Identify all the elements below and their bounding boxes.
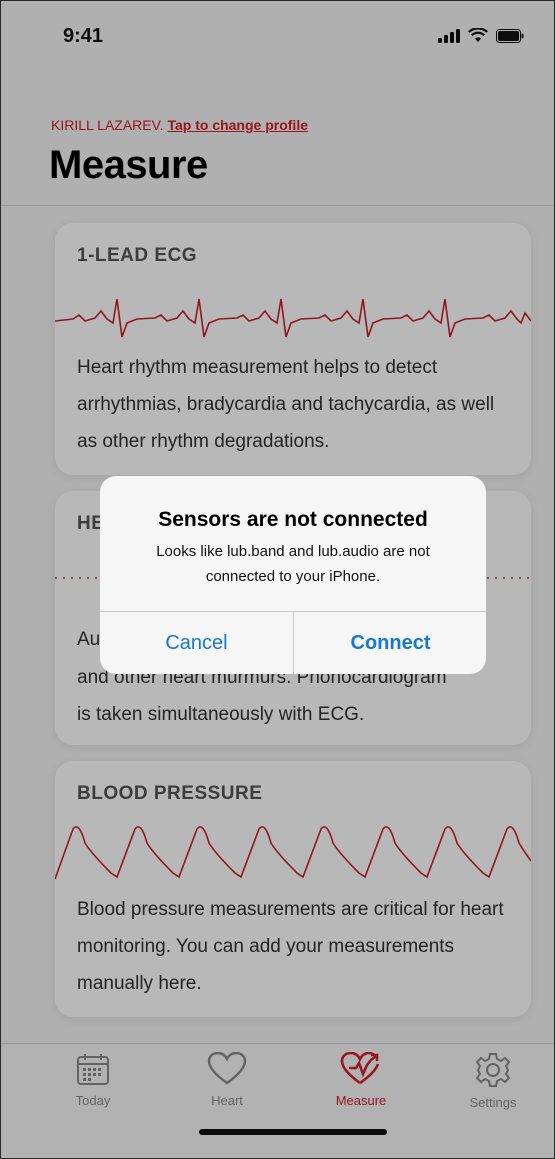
blood-pressure-card[interactable]: BLOOD PRESSURE Blood pressure measuremen… xyxy=(55,761,531,1017)
card-description-line3: is taken simultaneously with ECG. xyxy=(77,704,365,725)
status-time: 9:41 xyxy=(63,25,104,47)
sensors-alert-dialog: Sensors are not connected Looks like lub… xyxy=(100,476,486,674)
heart-icon xyxy=(207,1051,247,1085)
card-title: BLOOD PRESSURE xyxy=(77,783,263,804)
wifi-icon xyxy=(468,28,488,42)
ecg-waveform xyxy=(55,298,531,338)
tab-bar: Today Heart Measure Settings xyxy=(1,1043,554,1158)
battery-icon xyxy=(496,28,524,43)
card-title: 1-LEAD ECG xyxy=(77,245,198,266)
tab-today[interactable]: Today xyxy=(43,1052,143,1108)
alert-message: Looks like lub.band and lub.audio are no… xyxy=(156,543,430,585)
page-header: KIRILL LAZAREV. Tap to change profile Me… xyxy=(1,71,554,206)
tab-measure[interactable]: Measure xyxy=(311,1051,411,1108)
home-indicator xyxy=(199,1129,387,1135)
cancel-button[interactable]: Cancel xyxy=(100,612,293,674)
status-icons xyxy=(438,28,524,43)
connect-button[interactable]: Connect xyxy=(294,612,486,674)
gear-icon xyxy=(475,1053,511,1087)
change-profile-link[interactable]: Tap to change profile xyxy=(167,117,308,133)
status-bar: 9:41 xyxy=(1,1,554,71)
ecg-card[interactable]: 1-LEAD ECG Heart rhythm measurement help… xyxy=(55,223,531,475)
tab-label: Settings xyxy=(469,1095,517,1110)
tab-heart[interactable]: Heart xyxy=(177,1051,277,1108)
card-description: Heart rhythm measurement helps to detect… xyxy=(77,357,495,452)
calendar-icon xyxy=(77,1054,109,1085)
alert-title: Sensors are not connected xyxy=(158,508,428,531)
heart-pulse-icon xyxy=(340,1051,380,1085)
tab-settings[interactable]: Settings xyxy=(443,1052,543,1110)
cellular-signal-icon xyxy=(438,28,460,43)
tab-label: Measure xyxy=(335,1093,387,1108)
profile-name: KIRILL LAZAREV. xyxy=(51,117,164,133)
tab-label: Today xyxy=(75,1093,111,1108)
page-title: Measure xyxy=(49,143,208,187)
tab-label: Heart xyxy=(211,1093,243,1108)
blood-pressure-waveform xyxy=(55,826,531,880)
profile-line: KIRILL LAZAREV. Tap to change profile xyxy=(51,117,308,133)
card-description: Blood pressure measurements are critical… xyxy=(77,899,504,994)
